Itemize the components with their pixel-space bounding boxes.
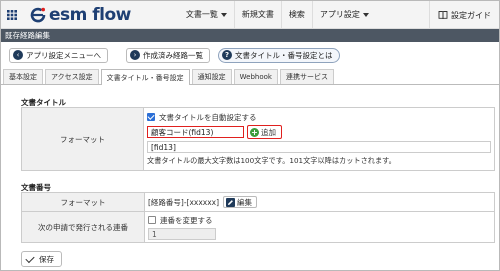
tab-webhook[interactable]: Webhook bbox=[233, 69, 278, 84]
doc-number-table: フォーマット [経路番号]-[xxxxxx] 編集 次の申請で発行される連番 連… bbox=[21, 192, 495, 243]
doc-title-format-label: フォーマット bbox=[22, 108, 144, 170]
edit-icon bbox=[226, 197, 236, 207]
back-to-app-settings-button[interactable]: ‹ アプリ設定メニューへ bbox=[9, 47, 108, 63]
action-bar: ‹ アプリ設定メニューへ › 作成済み経路一覧 ? 文書タイトル・番号設定とは bbox=[1, 42, 499, 68]
arrow-right-icon: › bbox=[130, 50, 140, 60]
next-sequence-row: 次の申請で発行される連番 連番を変更する 1 bbox=[22, 211, 494, 242]
change-sequence-checkbox-row[interactable]: 連番を変更する bbox=[148, 214, 491, 226]
doc-number-format-value: [経路番号]-[xxxxxx] bbox=[148, 197, 220, 207]
save-label: 保存 bbox=[39, 254, 54, 264]
doc-title-format-row: フォーマット 文書タイトルを自動設定する 顧客コード(fid13) + 追加 [… bbox=[22, 108, 494, 170]
nav-new-document-label: 新規文書 bbox=[241, 10, 274, 19]
edit-number-format-button[interactable]: 編集 bbox=[223, 196, 258, 208]
tab-basic-settings[interactable]: 基本設定 bbox=[3, 69, 43, 84]
tab-access-settings[interactable]: アクセス設定 bbox=[45, 69, 99, 84]
plus-icon: + bbox=[250, 127, 259, 137]
field-insert-row: 顧客コード(fid13) + 追加 bbox=[147, 125, 491, 139]
esm-flow-logo[interactable]: esm flow bbox=[29, 5, 131, 25]
top-navigation-bar: esm flow 文書一覧 新規文書 検索 アプリ設定 設定ガイド bbox=[1, 0, 499, 29]
nav-app-settings-label: アプリ設定 bbox=[319, 10, 360, 19]
nav-app-settings[interactable]: アプリ設定 bbox=[311, 0, 376, 29]
auto-title-checkbox[interactable] bbox=[147, 113, 155, 121]
tab-notification-settings[interactable]: 通知設定 bbox=[191, 69, 232, 84]
add-field-label: 追加 bbox=[261, 127, 276, 137]
next-sequence-label: 次の申請で発行される連番 bbox=[22, 212, 145, 242]
doc-number-format-label: フォーマット bbox=[22, 193, 145, 211]
created-routes-list-button[interactable]: › 作成済み経路一覧 bbox=[126, 47, 210, 63]
doc-number-format-row: フォーマット [経路番号]-[xxxxxx] 編集 bbox=[22, 193, 494, 211]
nav-search[interactable]: 検索 bbox=[280, 0, 312, 29]
doc-number-format-content: [経路番号]-[xxxxxx] 編集 bbox=[145, 193, 494, 211]
save-button[interactable]: 保存 bbox=[21, 251, 62, 267]
settings-guide-label: 設定ガイド bbox=[451, 10, 491, 20]
edit-number-format-label: 編集 bbox=[237, 197, 253, 207]
book-icon bbox=[438, 11, 448, 20]
tab-title-number-settings[interactable]: 文書タイトル・番号設定 bbox=[100, 69, 190, 85]
nav-search-label: 検索 bbox=[288, 10, 305, 19]
app-grid-button[interactable] bbox=[1, 1, 23, 29]
chevron-down-icon bbox=[220, 12, 227, 17]
auto-title-checkbox-label: 文書タイトルを自動設定する bbox=[159, 112, 257, 122]
nav-document-list-label: 文書一覧 bbox=[185, 10, 218, 19]
settings-tabs: 基本設定 アクセス設定 文書タイトル・番号設定 通知設定 Webhook 連携サ… bbox=[1, 69, 499, 85]
change-sequence-checkbox-label: 連番を変更する bbox=[160, 215, 213, 225]
page-title: 既存経路編集 bbox=[1, 29, 499, 42]
next-sequence-content: 連番を変更する 1 bbox=[145, 212, 494, 242]
title-format-input[interactable]: [fid13] bbox=[147, 141, 491, 153]
tab-linked-services[interactable]: 連携サービス bbox=[279, 69, 334, 84]
grid-icon bbox=[7, 9, 17, 20]
arrow-left-icon: ‹ bbox=[13, 50, 23, 60]
change-sequence-checkbox[interactable] bbox=[148, 216, 156, 224]
chevron-down-icon bbox=[362, 12, 369, 17]
title-length-note: 文書タイトルの最大文字数は100文字です。101文字以降はカットされます。 bbox=[147, 156, 396, 165]
nav-new-document[interactable]: 新規文書 bbox=[233, 0, 281, 29]
doc-title-format-content: 文書タイトルを自動設定する 顧客コード(fid13) + 追加 [fid13] … bbox=[144, 108, 494, 170]
help-title-number-label: 文書タイトル・番号設定とは bbox=[235, 50, 333, 60]
question-icon: ? bbox=[222, 50, 232, 60]
doc-title-table: フォーマット 文書タイトルを自動設定する 顧客コード(fid13) + 追加 [… bbox=[21, 107, 495, 171]
next-sequence-input[interactable]: 1 bbox=[148, 228, 216, 240]
logo-mark-icon bbox=[30, 7, 46, 22]
settings-guide-button[interactable]: 設定ガイド bbox=[429, 1, 499, 29]
check-icon bbox=[25, 253, 35, 263]
field-select-input[interactable]: 顧客コード(fid13) bbox=[147, 126, 244, 138]
logo-text: esm flow bbox=[49, 4, 131, 25]
created-routes-list-label: 作成済み経路一覧 bbox=[143, 50, 203, 60]
help-title-number-button[interactable]: ? 文書タイトル・番号設定とは bbox=[218, 47, 340, 63]
back-to-app-settings-label: アプリ設定メニューへ bbox=[26, 50, 101, 60]
main-nav: 文書一覧 新規文書 検索 アプリ設定 bbox=[179, 0, 376, 29]
auto-title-checkbox-row[interactable]: 文書タイトルを自動設定する bbox=[147, 111, 491, 123]
nav-document-list[interactable]: 文書一覧 bbox=[179, 1, 234, 29]
add-field-button[interactable]: + 追加 bbox=[247, 125, 282, 139]
